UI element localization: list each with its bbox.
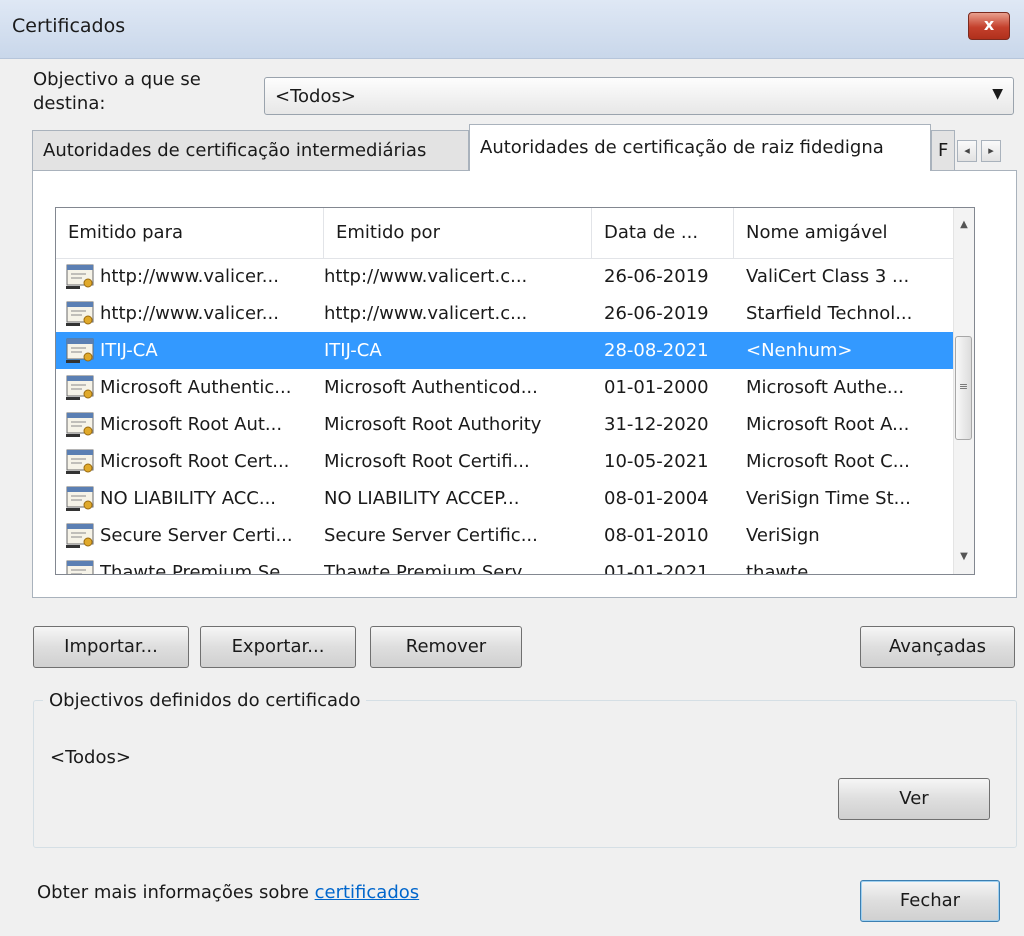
certificate-icon [66,449,94,474]
cell-expiration-date: 26-06-2019 [604,266,709,287]
cell-friendly-name: Microsoft Authe... [746,377,905,398]
cell-expiration-date: 28-08-2021 [604,340,709,361]
tab-scroll-left-icon[interactable]: ◂ [957,140,977,162]
dialog-title: Certificados [12,15,126,37]
certificate-list[interactable]: Emitido para Emitido por Data de ... Nom… [55,207,975,575]
column-issued-by[interactable]: Emitido por [324,208,592,258]
certificate-icon [66,301,94,326]
table-row[interactable]: Microsoft Root Aut... Microsoft Root Auth… [56,406,956,443]
cell-issued-to: Secure Server Certi... [100,525,293,546]
table-row[interactable]: Microsoft Authentic... Microsoft Authenti… [56,369,956,406]
cell-issued-by: http://www.valicert.c... [324,266,528,287]
cell-issued-by: Secure Server Certific... [324,525,538,546]
remove-button[interactable]: Remover [370,626,522,668]
cell-friendly-name: Starfield Technol... [746,303,913,324]
certificate-icon [66,375,94,400]
footer-help: Obter mais informações sobre certificado… [37,882,419,903]
close-icon[interactable]: x [968,12,1010,40]
cell-friendly-name: thawte [746,562,809,575]
cell-issued-to: Microsoft Root Cert... [100,451,290,472]
scroll-down-icon[interactable]: ▼ [954,546,974,568]
advanced-button[interactable]: Avançadas [860,626,1015,668]
cell-friendly-name: <Nenhum> [746,340,853,361]
certificates-link[interactable]: certificados [315,882,420,903]
column-expiration-date[interactable]: Data de ... [592,208,734,258]
certificate-icon [66,560,94,574]
certificate-purposes-group [33,700,1017,848]
tab-trusted-root-authorities[interactable]: Autoridades de certificação de raiz fide… [469,124,931,171]
cell-issued-to: NO LIABILITY ACC... [100,488,277,509]
cell-expiration-date: 08-01-2010 [604,525,709,546]
table-row[interactable]: Thawte Premium Se... Thawte Premium Serv.… [56,554,956,575]
table-row[interactable]: Microsoft Root Cert... Microsoft Root Cer… [56,443,956,480]
table-row[interactable]: Secure Server Certi... Secure Server Cert… [56,517,956,554]
footer-help-text: Obter mais informações sobre [37,882,315,903]
cell-expiration-date: 10-05-2021 [604,451,709,472]
tab-truncated[interactable]: F [931,130,955,170]
cell-issued-by: Microsoft Authenticod... [324,377,538,398]
certificate-icon [66,264,94,289]
certificate-icon [66,412,94,437]
title-bar[interactable]: Certificados x [0,0,1024,59]
cell-friendly-name: ValiCert Class 3 ... [746,266,910,287]
scroll-up-icon[interactable]: ▲ [954,214,974,236]
chevron-down-icon: ▼ [992,86,1003,102]
cell-friendly-name: Microsoft Root A... [746,414,910,435]
tab-scroll-right-icon[interactable]: ▸ [981,140,1001,162]
purpose-label: Objectivo a que se destina: [33,69,201,114]
tab-label: Autoridades de certificação intermediári… [43,140,427,161]
certificate-icon [66,486,94,511]
cell-issued-by: ITIJ-CA [324,340,382,361]
list-header: Emitido para Emitido por Data de ... Nom… [56,208,956,259]
cell-issued-by: NO LIABILITY ACCEP... [324,488,520,509]
cell-expiration-date: 26-06-2019 [604,303,709,324]
cell-friendly-name: VeriSign [746,525,820,546]
export-button[interactable]: Exportar... [200,626,356,668]
import-button[interactable]: Importar... [33,626,189,668]
cell-issued-to: ITIJ-CA [100,340,158,361]
cell-friendly-name: VeriSign Time St... [746,488,911,509]
cell-issued-by: http://www.valicert.c... [324,303,528,324]
purpose-dropdown-value: <Todos> [275,86,356,107]
purpose-dropdown[interactable]: <Todos> ▼ [264,77,1014,115]
scroll-thumb[interactable]: ≡ [955,336,972,440]
table-row[interactable]: ITIJ-CA ITIJ-CA 28-08-2021 <Nenhum> [56,332,956,369]
certificate-purposes-value: <Todos> [50,747,131,768]
cell-expiration-date: 01-01-2021 [604,562,709,575]
cell-issued-by: Microsoft Root Authority [324,414,542,435]
column-friendly-name[interactable]: Nome amigável [734,208,956,258]
tab-intermediate-authorities[interactable]: Autoridades de certificação intermediári… [32,130,469,170]
tab-label: Autoridades de certificação de raiz fide… [480,137,884,158]
group-title: Objectivos definidos do certificado [43,690,367,711]
certificates-dialog: Certificados x Objectivo a que se destin… [0,0,1024,936]
cell-expiration-date: 08-01-2004 [604,488,709,509]
cell-issued-to: Thawte Premium Se... [100,562,298,575]
cell-expiration-date: 31-12-2020 [604,414,709,435]
cell-issued-to: Microsoft Root Aut... [100,414,283,435]
cell-issued-by: Thawte Premium Serv... [324,562,539,575]
certificate-icon [66,523,94,548]
column-issued-to[interactable]: Emitido para [56,208,324,258]
cell-issued-to: http://www.valicer... [100,303,279,324]
view-button[interactable]: Ver [838,778,990,820]
tab-label: F [938,140,949,161]
vertical-scrollbar[interactable]: ▲ ≡ ▼ [953,208,974,574]
certificate-icon [66,338,94,363]
cell-issued-to: Microsoft Authentic... [100,377,292,398]
table-row[interactable]: NO LIABILITY ACC... NO LIABILITY ACCEP...… [56,480,956,517]
cell-expiration-date: 01-01-2000 [604,377,709,398]
close-button[interactable]: Fechar [860,880,1000,922]
table-row[interactable]: http://www.valicer... http://www.valicert… [56,295,956,332]
cell-issued-to: http://www.valicer... [100,266,279,287]
cell-issued-by: Microsoft Root Certifi... [324,451,530,472]
table-row[interactable]: http://www.valicer... http://www.valicert… [56,258,956,295]
cell-friendly-name: Microsoft Root C... [746,451,910,472]
